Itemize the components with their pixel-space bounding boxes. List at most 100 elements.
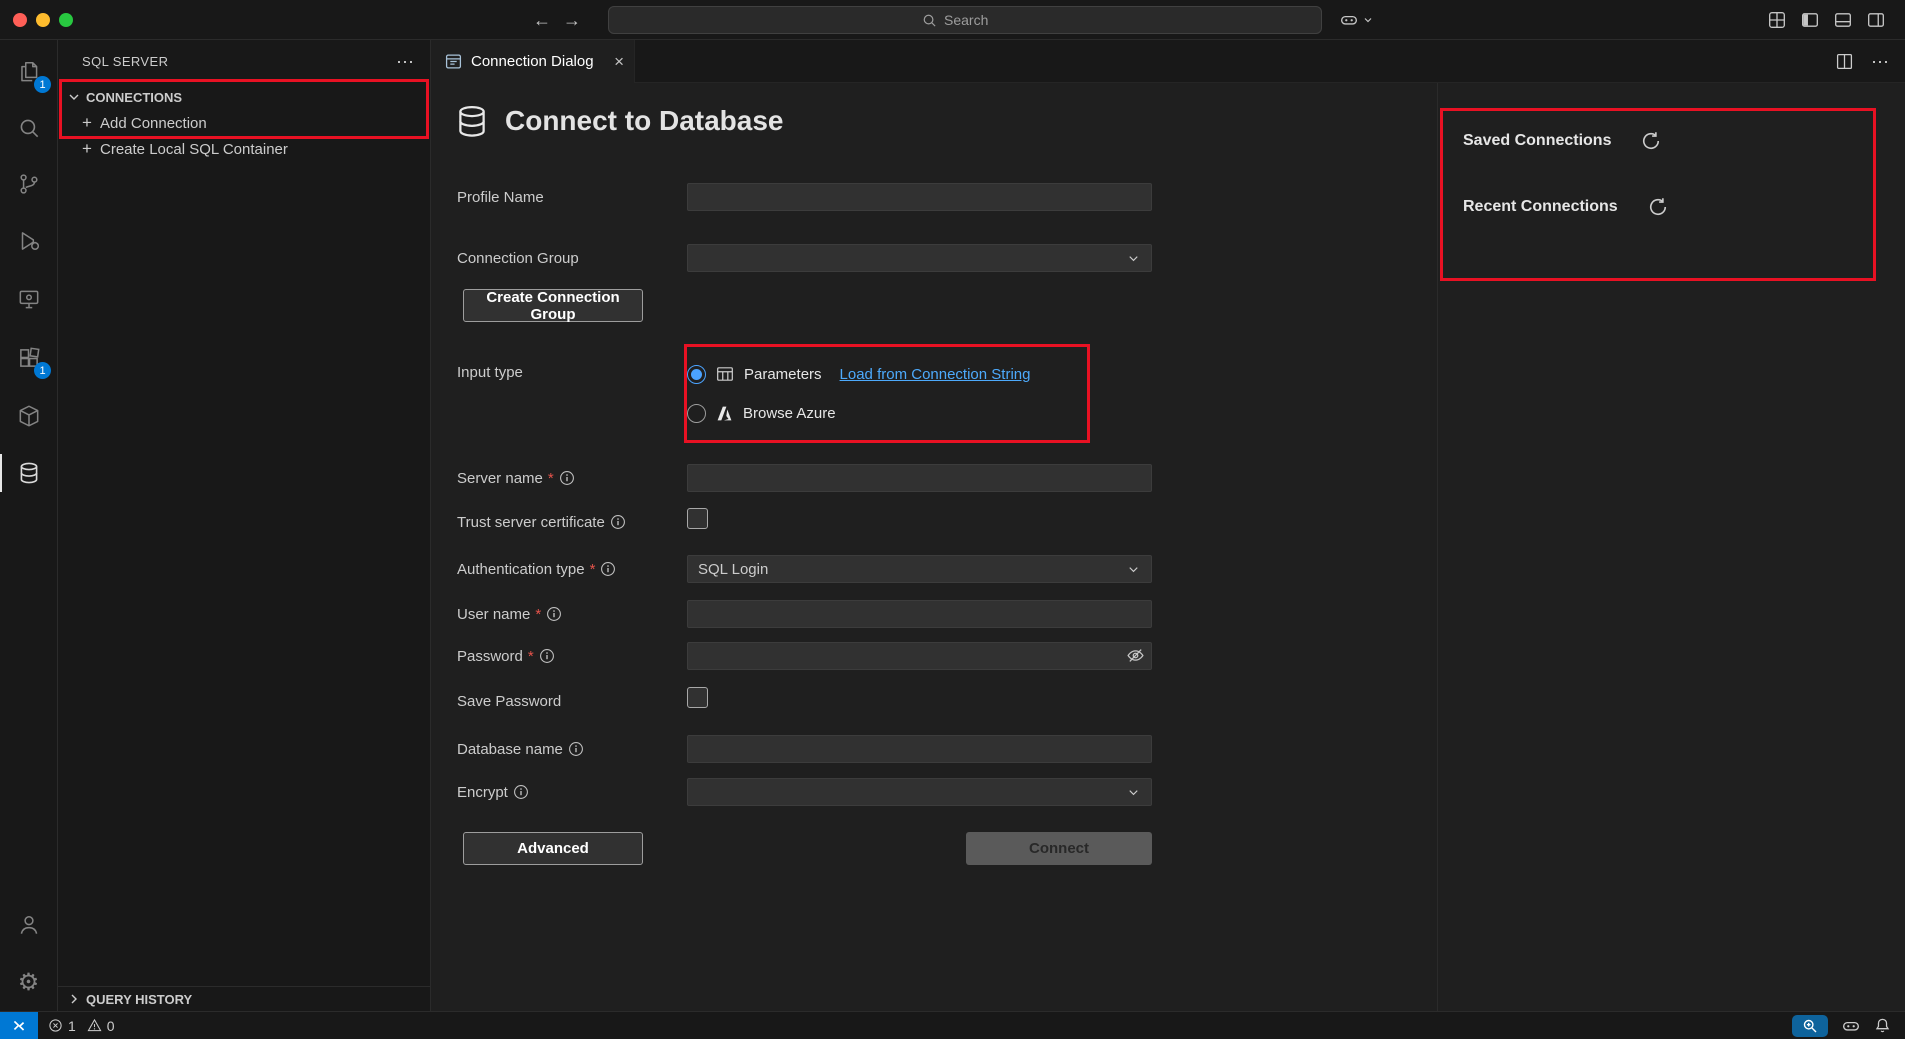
database-name-label: Database name — [457, 741, 687, 758]
copilot-status-button[interactable] — [1842, 1017, 1860, 1035]
copilot-menu-button[interactable] — [1340, 0, 1374, 40]
info-icon[interactable] — [568, 741, 584, 757]
server-name-label: Server name * — [457, 470, 687, 487]
create-connection-group-button[interactable]: Create Connection Group — [463, 289, 643, 322]
copilot-icon — [1842, 1017, 1860, 1035]
zoom-window-button[interactable] — [59, 13, 73, 27]
activity-explorer-button[interactable]: 1 — [0, 48, 57, 96]
remote-explorer-icon — [16, 286, 42, 312]
customize-layout-icon[interactable] — [1768, 11, 1786, 29]
saved-connections-header: Saved Connections — [1463, 132, 1611, 150]
window-controls — [13, 13, 73, 27]
recent-connections-header: Recent Connections — [1463, 198, 1618, 216]
connect-button[interactable]: Connect — [966, 832, 1152, 865]
split-editor-icon[interactable] — [1836, 53, 1853, 70]
info-icon[interactable] — [513, 784, 529, 800]
toggle-primary-sidebar-icon[interactable] — [1801, 11, 1819, 29]
save-password-checkbox[interactable] — [687, 687, 708, 708]
eye-off-icon[interactable] — [1126, 646, 1145, 665]
remote-icon — [11, 1018, 27, 1034]
close-icon[interactable]: × — [614, 52, 624, 72]
history-navigation: ← → — [533, 0, 581, 40]
info-icon[interactable] — [600, 561, 616, 577]
user-name-label: User name * — [457, 606, 687, 623]
required-asterisk: * — [528, 648, 534, 665]
tab-connection-dialog[interactable]: Connection Dialog × — [431, 40, 635, 83]
add-connection-label: Add Connection — [100, 115, 207, 132]
server-name-input[interactable] — [687, 464, 1152, 492]
add-connection-item[interactable]: + Add Connection — [58, 110, 430, 136]
layout-controls — [1768, 0, 1885, 40]
refresh-icon[interactable] — [1648, 197, 1668, 217]
create-local-sql-container-item[interactable]: + Create Local SQL Container — [58, 136, 430, 162]
advanced-button[interactable]: Advanced — [463, 832, 643, 865]
close-window-button[interactable] — [13, 13, 27, 27]
info-icon[interactable] — [610, 514, 626, 530]
activity-remote-explorer-button[interactable] — [0, 275, 57, 323]
vscode-window: ← → — [0, 0, 1905, 1039]
command-center[interactable] — [608, 6, 1322, 34]
editor-actions: ⋯ — [1836, 40, 1889, 83]
page-title: Connect to Database — [505, 105, 784, 137]
activity-containers-button[interactable] — [0, 392, 57, 440]
authentication-type-select[interactable]: SQL Login — [687, 555, 1152, 583]
more-actions-icon[interactable]: ⋯ — [396, 53, 414, 71]
query-history-label: QUERY HISTORY — [86, 992, 192, 1007]
info-icon[interactable] — [559, 470, 575, 486]
trust-server-certificate-label: Trust server certificate — [457, 514, 687, 531]
account-icon — [16, 912, 42, 938]
sql-server-icon — [16, 460, 42, 486]
minimize-window-button[interactable] — [36, 13, 50, 27]
more-actions-icon[interactable]: ⋯ — [1871, 53, 1889, 71]
password-label: Password * — [457, 648, 687, 665]
activity-run-debug-button[interactable] — [0, 217, 57, 265]
add-icon: + — [80, 113, 94, 133]
azure-icon — [716, 405, 733, 422]
trust-server-certificate-checkbox[interactable] — [687, 508, 708, 529]
database-icon — [457, 105, 487, 138]
connection-group-select[interactable] — [687, 244, 1152, 272]
forward-icon[interactable]: → — [563, 10, 581, 31]
problems-status[interactable]: 1 0 — [48, 1018, 121, 1034]
required-asterisk: * — [590, 561, 596, 578]
browse-azure-radio[interactable] — [687, 404, 706, 423]
chevron-down-icon — [1362, 14, 1374, 26]
query-history-section-header[interactable]: QUERY HISTORY — [58, 986, 430, 1011]
activity-source-control-button[interactable] — [0, 160, 57, 208]
copilot-icon — [1340, 11, 1358, 29]
parameters-option-row: Parameters Load from Connection String — [687, 360, 1152, 388]
load-from-connection-string-link[interactable]: Load from Connection String — [840, 366, 1031, 383]
accounts-button[interactable] — [0, 901, 57, 949]
extensions-badge: 1 — [34, 362, 51, 379]
activity-extensions-button[interactable]: 1 — [0, 334, 57, 382]
info-icon[interactable] — [546, 606, 562, 622]
user-name-input[interactable] — [687, 600, 1152, 628]
search-input[interactable] — [944, 12, 1008, 28]
back-icon[interactable]: ← — [533, 10, 551, 31]
page-heading: Connect to Database — [457, 103, 784, 139]
parameters-radio[interactable] — [687, 365, 706, 384]
chevron-down-icon — [1126, 785, 1141, 800]
error-count: 1 — [68, 1018, 76, 1034]
required-asterisk: * — [535, 606, 541, 623]
toggle-panel-icon[interactable] — [1834, 11, 1852, 29]
encrypt-select[interactable] — [687, 778, 1152, 806]
settings-button[interactable]: ⚙ — [0, 959, 57, 1007]
profile-name-input[interactable] — [687, 183, 1152, 211]
status-bar-right — [1792, 1015, 1891, 1037]
connection-dialog-icon — [445, 53, 462, 70]
connection-group-label: Connection Group — [457, 250, 687, 267]
chevron-down-icon — [1126, 562, 1141, 577]
notifications-button[interactable] — [1874, 1017, 1891, 1034]
zoom-status-button[interactable] — [1792, 1015, 1828, 1037]
password-input[interactable] — [687, 642, 1152, 670]
remote-indicator[interactable] — [0, 1012, 38, 1039]
connection-form: Connect to Database Profile Name Connect… — [431, 83, 1437, 1011]
toggle-secondary-sidebar-icon[interactable] — [1867, 11, 1885, 29]
activity-sql-server-button[interactable] — [0, 449, 57, 497]
connections-section-header[interactable]: CONNECTIONS — [58, 84, 430, 110]
database-name-input[interactable] — [687, 735, 1152, 763]
activity-search-button[interactable] — [0, 104, 57, 152]
info-icon[interactable] — [539, 648, 555, 664]
refresh-icon[interactable] — [1641, 131, 1661, 151]
